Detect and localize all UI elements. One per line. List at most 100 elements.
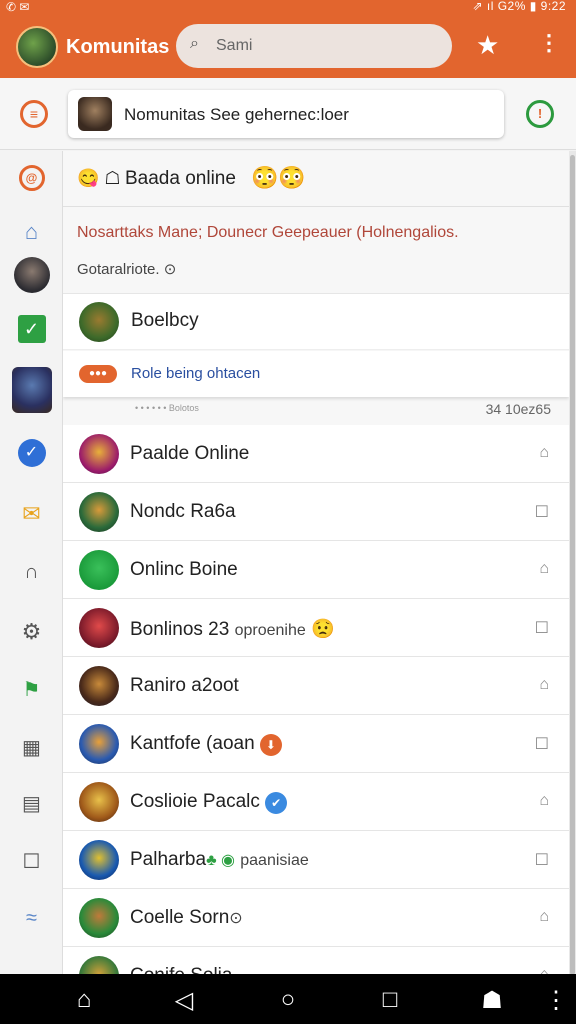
bookmark-icon[interactable]: ☐ (535, 502, 549, 522)
header-emoji-icon: 😋 ☖ (77, 168, 121, 188)
section-title: Baada online (125, 168, 236, 189)
star-icon[interactable]: ★ (476, 30, 499, 61)
featured-name: Boelbcy (131, 310, 199, 331)
check-circle-icon: ✓ (17, 439, 46, 467)
sidebar-item-flag[interactable]: ⚑ (0, 677, 63, 702)
user-avatar[interactable] (16, 26, 58, 68)
status-row[interactable]: ●●● Role being ohtacen (63, 351, 569, 397)
home-icon[interactable]: ⌂ (64, 986, 104, 1014)
list-item[interactable]: Paalde Online ⌂ (63, 425, 569, 483)
check-icon: ✓ (17, 315, 46, 343)
list-item-name: Raniro a2oot (130, 675, 239, 696)
list-item[interactable]: Nondc Ra6a ☐ (63, 483, 569, 541)
list-item-badge: 😟 (311, 619, 335, 640)
list-item-suffix: oproenihe (234, 622, 306, 639)
meta-left: • • • • • • Bolotos (135, 403, 199, 413)
headset-icon: ∩ (24, 561, 39, 583)
meta-count: 34 10ez65 (485, 401, 551, 417)
square-icon: ☐ (22, 851, 41, 873)
list-item[interactable]: Raniro a2oot ⌂ (63, 657, 569, 715)
scrollbar[interactable] (569, 151, 576, 975)
sidebar-item-calendar[interactable]: ▦ (0, 735, 63, 760)
status-text: Role being ohtacen (131, 365, 261, 382)
list-item-name: Kantfofe (aoan (130, 733, 255, 754)
more-vert-icon[interactable]: ⋮ (538, 30, 560, 56)
bookmark-icon[interactable]: ⌂ (539, 792, 549, 810)
list-meta: • • • • • • Bolotos 34 10ez65 (63, 397, 569, 425)
list-item[interactable]: Conife Solia ⌂ (63, 947, 569, 974)
sidebar-item-settings[interactable]: ⚙ (0, 619, 63, 645)
community-badge-icon: @ (18, 165, 45, 191)
sidebar-item-community[interactable]: @ (0, 165, 63, 191)
list-item[interactable]: Coslioie Pacalc ✔ ⌂ (63, 773, 569, 831)
list-item-name: Onlinc Boine (130, 559, 238, 580)
download-icon: ⬇ (259, 734, 282, 756)
sidebar-item-check[interactable]: ✓ (0, 315, 63, 343)
scrollbar-thumb[interactable] (570, 155, 575, 975)
overview-icon[interactable]: □ (370, 986, 410, 1014)
community-avatar (78, 97, 112, 131)
avatar (79, 434, 119, 474)
list-item-badge: ⊙ (229, 910, 243, 927)
app-title: Komunitas (66, 36, 170, 58)
search-placeholder: Sami (216, 37, 253, 54)
sidebar-item-home[interactable]: ⌂ (0, 219, 63, 245)
notice-line-2: Gotaralriote. ⊙ (77, 261, 177, 278)
verified-icon: ✔ (265, 792, 288, 814)
clock-icon[interactable]: ! (526, 100, 554, 128)
community-icon[interactable]: ≡ (20, 100, 48, 128)
more-vert-icon[interactable]: ⋮ (536, 986, 576, 1015)
game-logo-icon (11, 367, 52, 413)
sidebar-item-wave[interactable]: ≈ (0, 907, 63, 930)
sidebar-item-headset[interactable]: ∩ (0, 561, 63, 584)
list-item[interactable]: Palharba♣ ◉ paanisiae ☐ (63, 831, 569, 889)
bookmark-icon[interactable]: ⌂ (539, 908, 549, 926)
app-bar: Komunitas ⌕ Sami ★ ⋮ (0, 14, 576, 78)
bookmark-icon[interactable]: ☐ (535, 850, 549, 870)
avatar (79, 724, 119, 764)
overview-circle-icon[interactable]: ○ (268, 986, 308, 1014)
sidebar-item-mail[interactable]: ✉ (0, 501, 63, 527)
featured-item[interactable]: Boelbcy (63, 294, 569, 350)
sidebar-item-check-circle[interactable]: ✓ (0, 439, 63, 467)
sidebar-item-clipboard[interactable]: ▤ (0, 791, 63, 816)
section-header: 😋 ☖ Baada online 😳😳 (63, 151, 569, 207)
list-item-name: Nondc Ra6a (130, 501, 236, 522)
list-item-name: Conife Solia (130, 965, 232, 974)
avatar (79, 302, 119, 342)
bookmark-icon[interactable]: ⌂ (539, 444, 549, 462)
list-item[interactable]: Kantfofe (aoan ⬇ ☐ (63, 715, 569, 773)
list-item-name: Coslioie Pacalc (130, 791, 260, 812)
avatar (79, 550, 119, 590)
avatar (79, 608, 119, 648)
sidebar-item-game[interactable] (0, 367, 63, 418)
list-item[interactable]: Coelle Sorn⊙ ⌂ (63, 889, 569, 947)
calendar-icon: ▦ (22, 737, 41, 759)
status-left-icons: ✆ ✉ (6, 0, 30, 14)
status-right-info: ⇗ ıl G2% ▮ 9:22 (472, 0, 566, 13)
list-item[interactable]: Bonlinos 23 oproenihe 😟 ☐ (63, 599, 569, 657)
gear-icon: ⚙ (21, 619, 42, 644)
bookmark-icon[interactable]: ☐ (535, 618, 549, 638)
list-item-name: Bonlinos 23 (130, 619, 230, 640)
search-input[interactable]: ⌕ Sami (176, 24, 452, 68)
bookmark-icon[interactable]: ⌂ (539, 560, 549, 578)
notice-banner[interactable]: Nosarttaks Mane; Dounecr Geepeauer (Holn… (63, 208, 569, 294)
bookmark-icon[interactable]: ⌂ (539, 966, 549, 974)
avatar (79, 782, 119, 822)
avatar (79, 666, 119, 706)
avatar (13, 257, 50, 293)
sidebar-item-square[interactable]: ☐ (0, 849, 63, 874)
community-picker-label: Nomunitas See gehernec:loer (124, 105, 349, 124)
bookmark-icon[interactable]: ☐ (535, 734, 549, 754)
bookmark-icon[interactable]: ⌂ (539, 676, 549, 694)
back-icon[interactable]: ◁ (164, 986, 204, 1015)
community-picker[interactable]: Nomunitas See gehernec:loer (68, 90, 504, 138)
sidebar-item-avatar[interactable] (0, 257, 63, 298)
notice-line-1: Nosarttaks Mane; Dounecr Geepeauer (Holn… (77, 224, 459, 241)
status-badge: ●●● (79, 365, 117, 383)
system-nav-bar: ⌂ ◁ ○ □ ☗ ⋮ (0, 974, 576, 1024)
list-item[interactable]: Onlinc Boine ⌂ (63, 541, 569, 599)
home-icon: ⌂ (24, 219, 39, 244)
profile-icon[interactable]: ☗ (472, 986, 512, 1015)
